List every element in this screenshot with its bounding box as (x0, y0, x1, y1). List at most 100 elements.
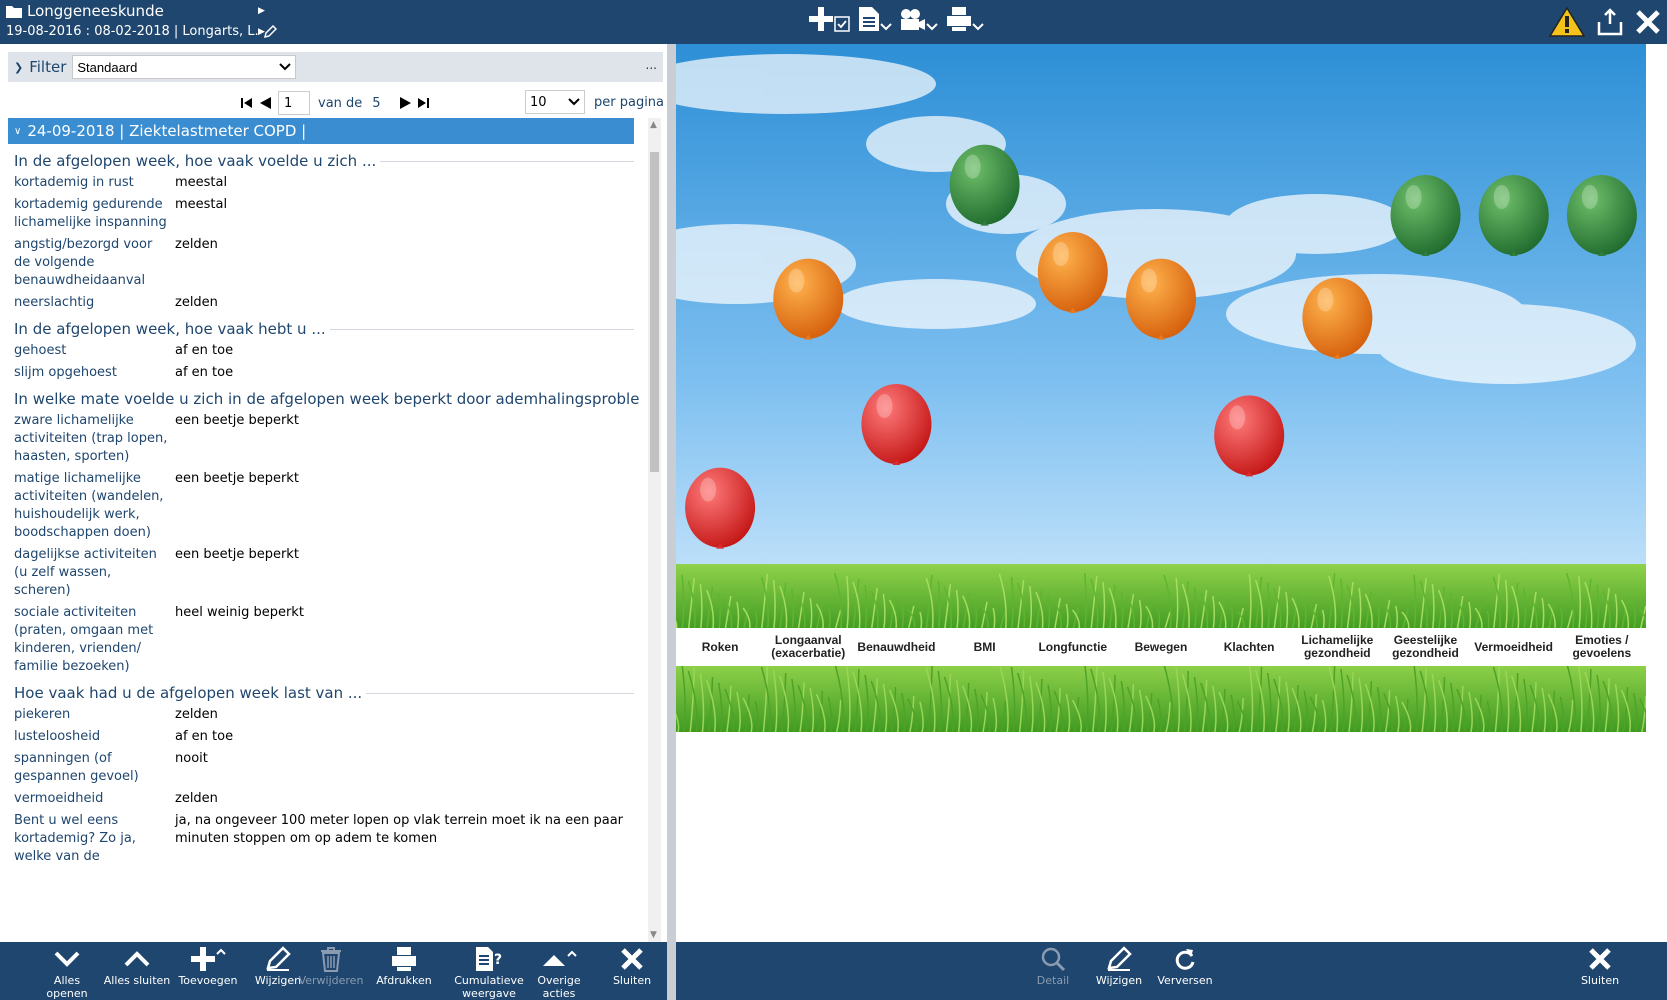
answer-row: sociale activiteiten (praten, omgaan met… (8, 604, 640, 676)
balloon-body (1214, 395, 1285, 476)
page-size-select[interactable]: 10 (525, 90, 585, 114)
filter-select[interactable]: Standaard (72, 55, 297, 79)
answer-value: zelden (175, 295, 218, 310)
close-record-button[interactable]: Sluiten (597, 944, 667, 1000)
close-all-button[interactable]: Alles sluiten (102, 944, 172, 1000)
balloon-highlight (964, 154, 981, 179)
other-actions-button[interactable]: Overige acties (524, 944, 594, 1000)
print-menu-button[interactable] (946, 6, 984, 32)
balloon-body (1390, 175, 1461, 255)
expand-title-icon[interactable]: ▶ (258, 6, 265, 16)
app-header: Longgeneeskunde 19-08-2016 : 08-02-2018 … (0, 0, 1667, 44)
balloon-body (1302, 277, 1373, 358)
refresh-button[interactable]: Verversen (1150, 944, 1220, 1000)
section-title-text: In welke mate voelde u zich in de afgelo… (14, 390, 640, 408)
cumulative-view-label: Cumulatieve weergave (454, 974, 524, 1000)
close-icon[interactable] (1635, 9, 1661, 35)
answer-row: spanningen (of gespannen gevoel) nooit (8, 750, 640, 786)
record-panel: ❯ Filter Standaard ... 1 van de 5 10 per… (0, 44, 667, 942)
page-input[interactable]: 1 (278, 91, 310, 115)
answer-row: neerslachtig zelden (8, 294, 640, 312)
balloon-highlight (1052, 242, 1069, 266)
question-label: slijm opgehoest (14, 365, 117, 380)
pencil-icon (266, 946, 291, 971)
section-divider (366, 692, 634, 694)
answer-value: ja, na ongeveer 100 meter lopen op vlak … (175, 813, 624, 846)
camera-menu-button[interactable] (900, 6, 938, 32)
delete-button[interactable]: Verwijderen (296, 944, 366, 1000)
cumulative-document-icon: ? (476, 947, 502, 971)
next-page-icon[interactable] (399, 96, 413, 110)
balloon-highlight (1405, 185, 1422, 209)
header-subtitle[interactable]: 19-08-2016 : 08-02-2018 | Longarts, L. (6, 24, 277, 39)
chevron-right-icon[interactable]: ❯ (14, 61, 23, 74)
chart-edit-button[interactable]: Wijzigen (1084, 944, 1154, 1000)
video-camera-icon (901, 9, 925, 30)
header-toolbar (808, 6, 984, 32)
scroll-thumb[interactable] (650, 152, 659, 472)
question-label: lusteloosheid (14, 729, 101, 744)
question-label: matige lichamelijke activiteiten (wandel… (14, 471, 164, 540)
balloon-label: Emoties / gevoelens (1572, 633, 1632, 660)
answer-value: een beetje beperkt (175, 547, 299, 562)
balloon-label: Lichamelijke gezondheid (1301, 633, 1374, 660)
balloon-highlight (876, 394, 893, 418)
balloon-body (1037, 232, 1108, 312)
last-page-icon[interactable] (416, 97, 430, 109)
record-content: ∨ 24-09-2018 | Ziektelastmeter COPD | In… (8, 118, 640, 938)
section-title-text: In de afgelopen week, hoe vaak hebt u ..… (14, 320, 326, 338)
answer-value: meestal (175, 197, 228, 212)
filter-more-button[interactable]: ... (646, 58, 657, 72)
export-icon[interactable] (1597, 8, 1623, 36)
add-checked-button[interactable] (808, 6, 850, 32)
module-title: Longgeneeskunde (27, 2, 164, 20)
balloon-highlight (700, 477, 717, 502)
balloon-highlight (1141, 268, 1157, 293)
question-label: spanningen (of gespannen gevoel) (14, 751, 139, 784)
open-all-button[interactable]: Alles openen (32, 944, 102, 1000)
chart-edit-label: Wijzigen (1095, 974, 1143, 987)
panel-splitter[interactable] (667, 44, 676, 1000)
answer-value: zelden (175, 707, 218, 722)
scrollbar[interactable]: ▲ ▼ (648, 118, 661, 942)
warning-icon[interactable] (1549, 6, 1585, 38)
scroll-up-icon[interactable]: ▲ (650, 120, 657, 130)
scroll-down-icon[interactable]: ▼ (650, 930, 657, 940)
balloon-body (949, 144, 1020, 225)
balloon-scene: Roken Longaanval (exacerbatie) Benauwdheid… (676, 44, 1646, 732)
balloon-label: Vermoeidheid (1474, 639, 1553, 654)
question-label: neerslachtig (14, 295, 95, 310)
section-title: In de afgelopen week, hoe vaak hebt u ..… (8, 312, 640, 338)
answer-value: heel weinig beperkt (175, 605, 304, 620)
expand-subtitle-icon[interactable]: ▶ (258, 27, 265, 37)
question-label: kortademig gedurende lichamelijke inspan… (14, 197, 167, 230)
filter-selected: Standaard (77, 59, 138, 75)
print-button[interactable]: Afdrukken (369, 944, 439, 1000)
record-toolbar: Alles openen Alles sluiten Toevoegen Wij… (0, 942, 667, 1000)
balloon-highlight (1581, 185, 1598, 209)
record-group-header[interactable]: ∨ 24-09-2018 | Ziektelastmeter COPD | (8, 118, 634, 144)
pencil-icon (1107, 946, 1132, 971)
header-title[interactable]: Longgeneeskunde (6, 2, 164, 20)
magnifier-icon (1041, 947, 1066, 972)
detail-button[interactable]: Detail (1018, 944, 1088, 1000)
balloon-body (1126, 258, 1196, 339)
balloon-body (1478, 175, 1549, 255)
answer-value: zelden (175, 791, 218, 806)
add-button[interactable]: Toevoegen (173, 944, 243, 1000)
document-menu-button[interactable] (858, 6, 892, 32)
section-title: In welke mate voelde u zich in de afgelo… (8, 382, 640, 408)
trash-icon (321, 947, 341, 972)
chevron-down-icon (279, 63, 292, 71)
first-page-icon[interactable] (240, 97, 254, 109)
chevron-down-icon (880, 23, 892, 31)
question-label: kortademig in rust (14, 175, 134, 190)
previous-page-icon[interactable] (258, 96, 272, 110)
printer-icon (392, 947, 416, 971)
chevron-down-icon (54, 951, 80, 967)
chart-close-button[interactable]: Sluiten (1565, 944, 1635, 1000)
answer-value: een beetje beperkt (175, 471, 299, 486)
section-title-text: Hoe vaak had u de afgelopen week last va… (14, 684, 363, 702)
answer-row: kortademig gedurende lichamelijke inspan… (8, 196, 640, 232)
cumulative-view-button[interactable]: ? Cumulatieve weergave (454, 944, 524, 1000)
